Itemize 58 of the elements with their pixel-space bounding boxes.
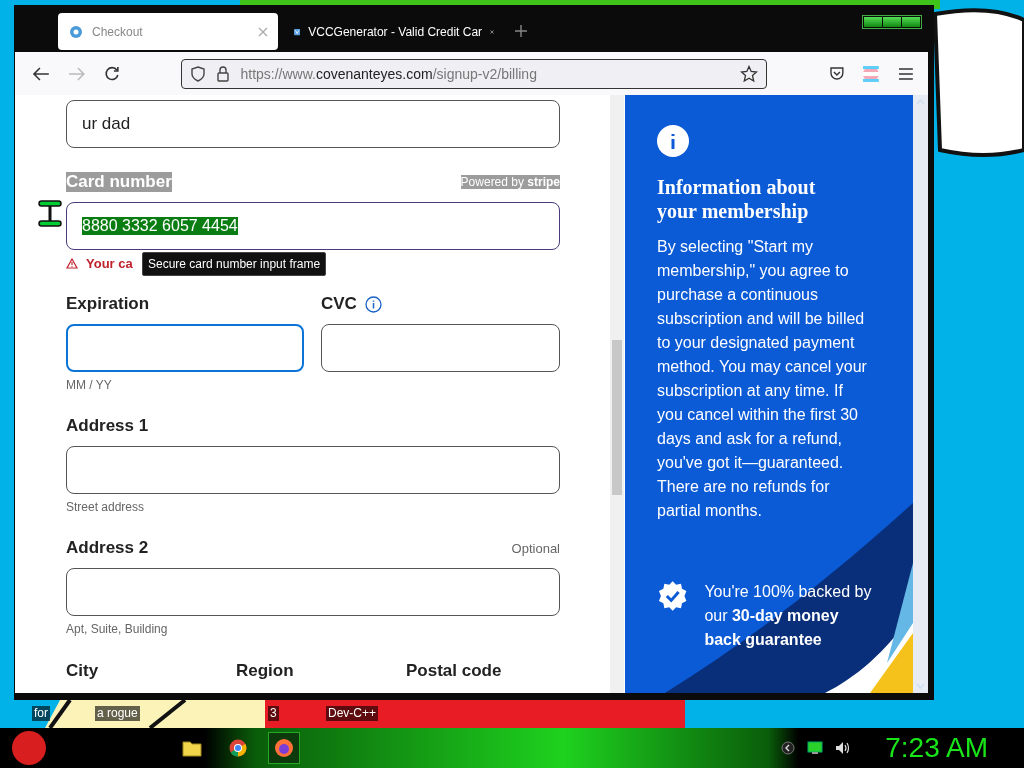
warning-icon <box>66 257 78 269</box>
field-hint: MM / YY <box>66 378 112 392</box>
browser-tab[interactable]: Checkout <box>58 13 278 50</box>
desktop-icon-label[interactable]: Dev-C++ <box>326 706 379 721</box>
browser-tab[interactable]: VCCGenerator - Valid Credit Car <box>284 13 504 50</box>
verified-badge-icon <box>657 580 689 612</box>
desktop-icon-label[interactable]: a rogue <box>95 706 140 721</box>
tab-title: Checkout <box>92 24 144 39</box>
address-field[interactable] <box>66 568 560 616</box>
panel-text: By selecting "Start my membership," you agree to purchase a continuous subscription and will be billed to your designated payment method. You may cancel your subscription at any time. If you cancel within the first 30 days and ask for a refund, you've got it—guaranteed. There are no refunds for partial months. <box>657 237 868 521</box>
tooltip: Secure card number input frame <box>142 252 327 276</box>
optional-label: Optional <box>511 540 560 556</box>
guarantee-text: You're 100% backed by our 30-day money back guarantee <box>704 582 873 650</box>
scrollbar-thumb[interactable] <box>612 340 622 495</box>
back-icon[interactable] <box>32 65 50 82</box>
url-text: https://www.covenanteyes.com/signup-v2/billing <box>240 65 537 82</box>
field-label: Expiration <box>66 294 150 314</box>
field-hint: Apt, Suite, Building <box>66 622 168 636</box>
scrollbar[interactable] <box>610 95 624 693</box>
start-button[interactable] <box>12 731 46 765</box>
field-label: City <box>66 661 100 681</box>
field-hint: Street address <box>66 500 145 514</box>
shield-icon[interactable] <box>190 65 207 82</box>
desktop-icon-label[interactable]: for <box>32 706 50 721</box>
text-cursor-icon <box>38 200 62 227</box>
desktop-icon-label[interactable]: 3 <box>268 706 279 721</box>
field-label: Card number <box>66 172 172 192</box>
firefox-icon <box>274 738 294 758</box>
cvc-field[interactable] <box>321 324 560 372</box>
address-bar[interactable]: https://www.covenanteyes.com/signup-v2/billing <box>181 58 767 89</box>
card-number-field[interactable]: 8880 3332 6057 4454 <box>66 202 560 250</box>
field-label: Address 2 <box>66 538 149 558</box>
field-label: CVC <box>321 294 357 314</box>
lock-icon[interactable] <box>216 65 231 82</box>
info-icon <box>657 125 689 157</box>
pocket-icon[interactable] <box>828 66 845 81</box>
new-tab-icon[interactable] <box>514 24 528 38</box>
panel-title: Information about your membership <box>657 175 817 223</box>
info-icon[interactable] <box>364 295 382 313</box>
clock: 7:23 AM <box>885 732 988 764</box>
field-value: 8880 3332 6057 4454 <box>82 217 238 235</box>
expiration-field[interactable] <box>66 324 304 372</box>
menu-icon[interactable] <box>898 66 914 81</box>
speaker-icon[interactable] <box>835 741 852 755</box>
field-label: Address 1 <box>66 416 149 436</box>
star-icon[interactable] <box>739 64 758 83</box>
monitor-icon[interactable] <box>807 741 824 755</box>
error-message: Your ca <box>86 255 133 271</box>
field-label: Region <box>236 661 295 681</box>
field-value: ur dad <box>82 114 131 134</box>
address-field[interactable] <box>66 446 560 494</box>
folder-icon <box>182 739 202 757</box>
tab-title: VCCGenerator - Valid Credit Car <box>308 24 483 39</box>
powered-by-text: Powered by stripe <box>460 175 560 189</box>
name-field[interactable]: ur dad <box>66 100 560 148</box>
chrome-icon <box>229 739 247 757</box>
field-label: Postal code <box>406 661 503 681</box>
reload-icon[interactable] <box>103 65 120 82</box>
